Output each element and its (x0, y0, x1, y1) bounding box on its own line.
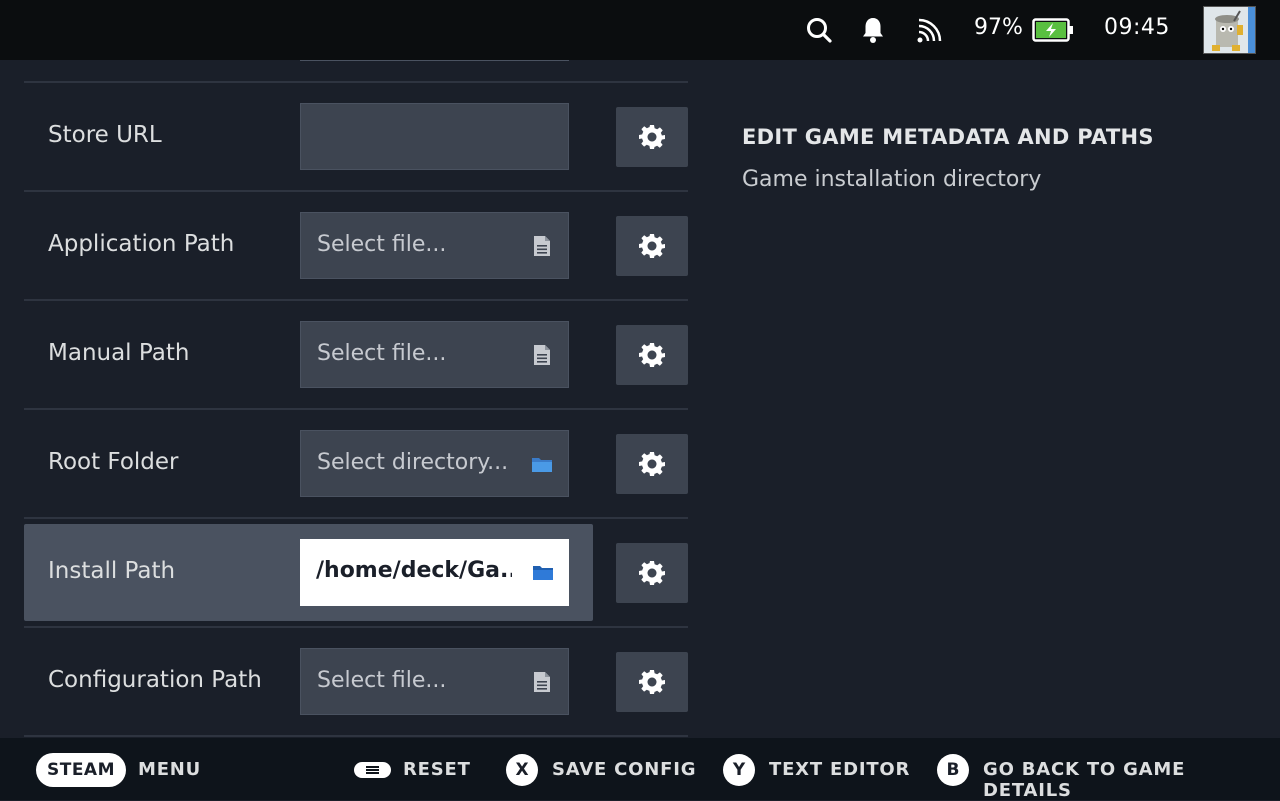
clock: 09:45 (1104, 15, 1170, 40)
battery-percent: 97% (974, 15, 1023, 40)
gear-icon (639, 125, 665, 149)
wifi-icon (917, 18, 942, 43)
divider (24, 517, 688, 519)
search-icon[interactable] (806, 17, 832, 43)
application-path-gear-button[interactable] (616, 216, 688, 276)
root-folder-gear-button[interactable] (616, 434, 688, 494)
store-url-input[interactable] (300, 103, 569, 170)
gear-icon (639, 452, 665, 476)
root-folder-input[interactable]: Select directory... (300, 430, 569, 497)
menu-hint-label: MENU (138, 759, 202, 780)
menu-button-icon[interactable] (354, 762, 391, 778)
file-icon (534, 672, 550, 692)
steam-button[interactable]: STEAM (36, 753, 126, 787)
divider (24, 299, 688, 301)
configuration-path-gear-button[interactable] (616, 652, 688, 712)
configuration-path-input[interactable]: Select file... (300, 648, 569, 715)
gear-icon (639, 343, 665, 367)
install-path-input[interactable]: /home/deck/Ga... (300, 539, 569, 606)
metadata-list: Store URL Application Path Select file..… (24, 60, 688, 738)
folder-icon (533, 566, 553, 580)
text-editor-hint-label: TEXT EDITOR (769, 759, 911, 780)
go-back-hint-label: GO BACK TO GAME DETAILS (983, 759, 1186, 801)
y-button-icon[interactable]: Y (723, 754, 755, 786)
application-path-input[interactable]: Select file... (300, 212, 569, 279)
file-icon (534, 236, 550, 256)
divider (24, 735, 688, 737)
field-value: /home/deck/Ga... (316, 558, 512, 583)
status-bar: 97% 09:45 (0, 0, 1280, 60)
b-button-icon[interactable]: B (937, 754, 969, 786)
divider (24, 408, 688, 410)
previous-field-edge (300, 60, 569, 61)
field-value: Select file... (317, 232, 447, 257)
panel-description: Game installation directory (742, 167, 1042, 192)
row-label-manual-path: Manual Path (48, 340, 190, 366)
field-value: Select directory... (317, 450, 509, 475)
field-value: Select file... (317, 341, 447, 366)
controller-hint-bar: STEAM MENU RESET X SAVE CONFIG Y TEXT ED… (0, 738, 1280, 801)
row-label-store-url: Store URL (48, 122, 162, 148)
avatar[interactable] (1203, 6, 1256, 54)
battery-icon (1032, 18, 1073, 42)
field-value: Select file... (317, 668, 447, 693)
install-path-gear-button[interactable] (616, 543, 688, 603)
x-button-icon[interactable]: X (506, 754, 538, 786)
divider (24, 81, 688, 83)
gear-icon (639, 561, 665, 585)
gear-icon (639, 670, 665, 694)
manual-path-gear-button[interactable] (616, 325, 688, 385)
divider (24, 626, 688, 628)
panel-title: EDIT GAME METADATA AND PATHS (742, 125, 1154, 149)
divider (24, 190, 688, 192)
row-label-application-path: Application Path (48, 231, 235, 257)
folder-icon (532, 458, 552, 472)
store-url-gear-button[interactable] (616, 107, 688, 167)
file-icon (534, 345, 550, 365)
reset-hint-label: RESET (403, 759, 471, 780)
gear-icon (639, 234, 665, 258)
save-config-hint-label: SAVE CONFIG (552, 759, 697, 780)
row-label-configuration-path: Configuration Path (48, 667, 262, 693)
manual-path-input[interactable]: Select file... (300, 321, 569, 388)
row-label-install-path: Install Path (48, 558, 176, 584)
bell-icon[interactable] (861, 16, 885, 44)
row-label-root-folder: Root Folder (48, 449, 179, 475)
